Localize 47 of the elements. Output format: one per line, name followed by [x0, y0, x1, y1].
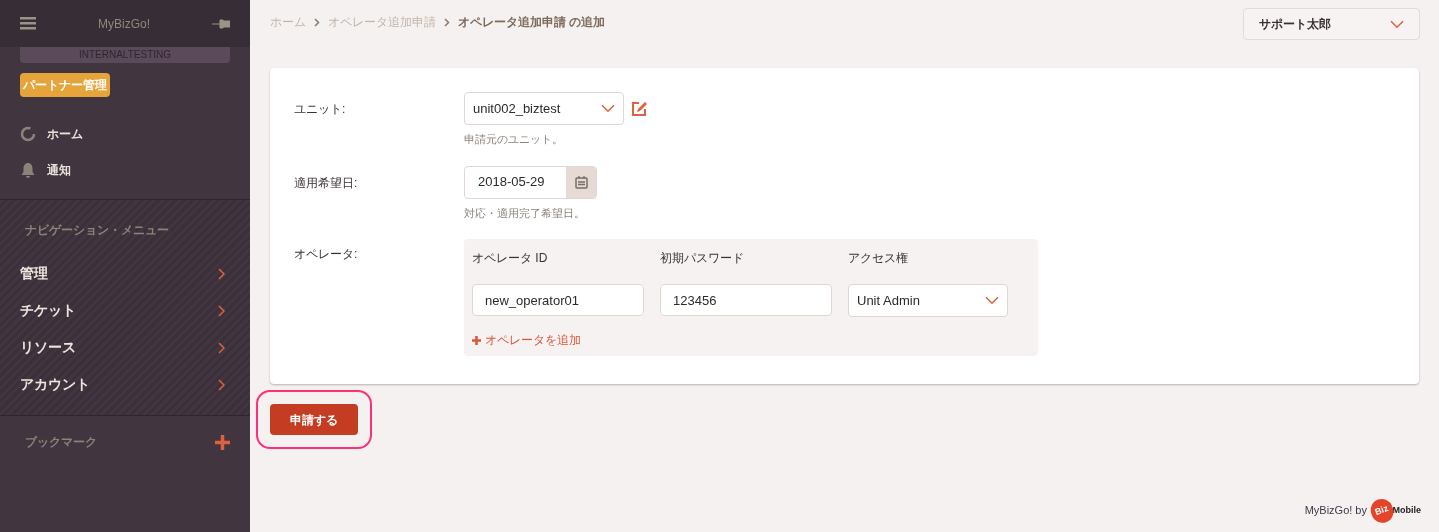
- add-operator-link[interactable]: オペレータを追加: [472, 331, 581, 349]
- ring-icon: [20, 126, 36, 142]
- chevron-down-icon: [1390, 19, 1404, 29]
- sidebar-link[interactable]: ホーム: [20, 125, 230, 143]
- chevron-right-icon: [218, 267, 225, 280]
- chevron-right-icon: [444, 17, 450, 27]
- user-menu[interactable]: サポート太郎: [1243, 8, 1420, 40]
- help-text: 対応・適用完了希望日。: [464, 205, 586, 221]
- column-header: オペレータ ID: [472, 250, 549, 267]
- nav-item[interactable]: アカウント: [20, 366, 230, 403]
- field-label: 適用希望日:: [294, 174, 359, 192]
- edit-icon[interactable]: [631, 99, 649, 118]
- nav-item[interactable]: チケット: [20, 292, 230, 329]
- plus-icon: [472, 335, 481, 345]
- sidebar-link[interactable]: 通知: [20, 161, 230, 179]
- access-select[interactable]: Unit Admin: [848, 284, 1008, 317]
- bell-icon: [20, 161, 36, 179]
- chevron-down-icon: [985, 296, 999, 305]
- date-field[interactable]: 2018-05-29: [464, 165, 597, 199]
- app-title: MyBizGo!: [98, 15, 150, 33]
- bookmarks-heading: ブックマーク: [25, 434, 97, 451]
- calendar-button[interactable]: [566, 166, 596, 198]
- chevron-right-icon: [314, 17, 320, 27]
- footer-text: MyBizGo! by: [1304, 503, 1367, 518]
- company-logo: Biz Mobile: [1371, 498, 1421, 522]
- menu-icon[interactable]: [20, 17, 36, 30]
- nav-item[interactable]: 管理: [20, 255, 230, 292]
- chevron-right-icon: [218, 304, 225, 317]
- help-text: 申請元のユニット。: [464, 132, 564, 147]
- column-header: アクセス権: [848, 250, 909, 267]
- password-field[interactable]: 123456: [660, 284, 832, 316]
- nav-item[interactable]: リソース: [20, 329, 230, 366]
- submit-button[interactable]: 申請する: [270, 404, 358, 435]
- role-badge: パートナー管理: [20, 73, 110, 97]
- nav-heading: ナビゲーション・メニュー: [24, 222, 170, 239]
- calendar-icon: [574, 175, 588, 189]
- field-label: ユニット:: [294, 101, 347, 118]
- chevron-right-icon: [218, 378, 225, 391]
- chevron-right-icon: [218, 341, 225, 354]
- unit-select[interactable]: unit002_biztest: [464, 92, 624, 125]
- breadcrumb-item[interactable]: オペレータ追加申請 の追加: [458, 13, 606, 31]
- chevron-down-icon: [601, 104, 615, 113]
- plus-icon[interactable]: [215, 434, 230, 450]
- field-label: オペレータ:: [294, 246, 359, 263]
- column-header: 初期パスワード: [660, 250, 745, 267]
- operator-id-field[interactable]: new_operator01: [472, 284, 644, 316]
- pin-icon[interactable]: [212, 18, 230, 29]
